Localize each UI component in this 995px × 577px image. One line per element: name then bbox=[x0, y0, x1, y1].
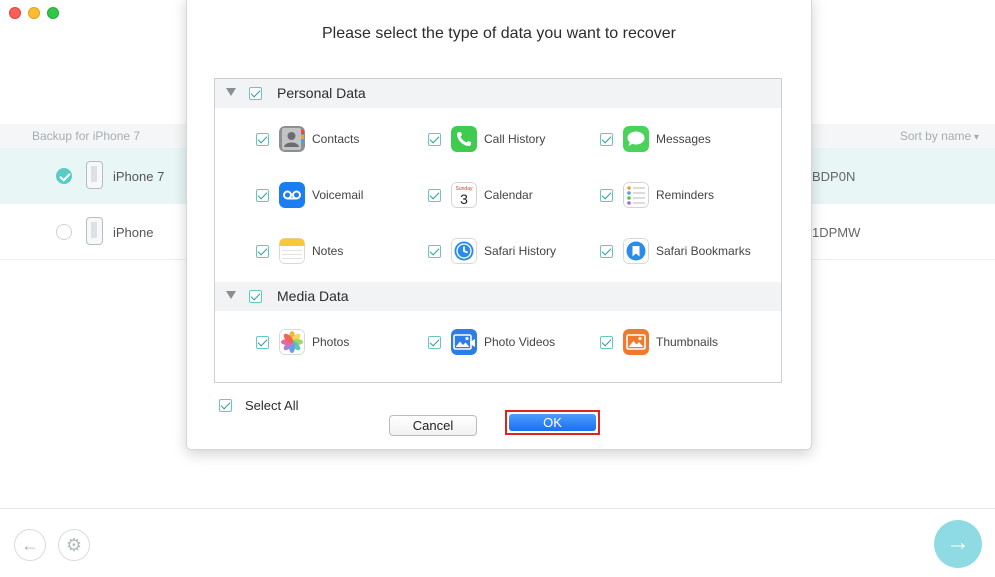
iphone-icon bbox=[86, 161, 103, 189]
device-radio[interactable] bbox=[56, 168, 72, 184]
zoom-window-button[interactable] bbox=[47, 7, 59, 19]
item-label: Messages bbox=[656, 132, 711, 146]
ok-button[interactable]: OK bbox=[509, 414, 596, 431]
data-item-reminders[interactable]: Reminders bbox=[600, 181, 714, 209]
item-label: Contacts bbox=[312, 132, 360, 146]
item-label: Safari Bookmarks bbox=[656, 244, 751, 258]
item-checkbox[interactable] bbox=[256, 132, 269, 146]
item-checkbox[interactable] bbox=[600, 188, 613, 202]
data-item-call-history[interactable]: Call History bbox=[428, 125, 545, 153]
back-button[interactable]: ← bbox=[14, 529, 46, 561]
messages-icon bbox=[623, 126, 649, 152]
data-item-thumbnails[interactable]: Thumbnails bbox=[600, 328, 718, 356]
sort-dropdown[interactable]: Sort by name bbox=[900, 129, 979, 143]
personal-data-checkbox[interactable] bbox=[249, 87, 262, 100]
item-label: Safari History bbox=[484, 244, 557, 258]
data-item-notes[interactable]: Notes bbox=[256, 237, 343, 265]
photos-icon bbox=[279, 329, 305, 355]
data-item-calendar[interactable]: Sunday 3 Calendar bbox=[428, 181, 533, 209]
item-label: Photo Videos bbox=[484, 335, 556, 349]
section-label: Media Data bbox=[277, 288, 349, 304]
device-radio[interactable] bbox=[56, 224, 72, 240]
section-header-media: Media Data bbox=[215, 282, 781, 311]
item-label: Call History bbox=[484, 132, 546, 146]
section-label: Personal Data bbox=[277, 85, 366, 101]
select-all-option[interactable]: Select All bbox=[219, 398, 298, 413]
item-checkbox[interactable] bbox=[256, 335, 269, 349]
item-checkbox[interactable] bbox=[428, 132, 441, 146]
thumbnails-icon bbox=[623, 329, 649, 355]
item-checkbox[interactable] bbox=[428, 244, 441, 258]
item-label: Photos bbox=[312, 335, 350, 349]
notes-icon bbox=[279, 238, 305, 264]
item-checkbox[interactable] bbox=[600, 335, 613, 349]
calendar-date-number: 3 bbox=[460, 191, 468, 207]
disclosure-triangle-icon[interactable] bbox=[226, 291, 236, 299]
data-item-messages[interactable]: Messages bbox=[600, 125, 711, 153]
section-header-personal: Personal Data bbox=[215, 79, 781, 108]
data-item-photos[interactable]: Photos bbox=[256, 328, 349, 356]
item-checkbox[interactable] bbox=[600, 132, 613, 146]
data-item-safari-history[interactable]: Safari History bbox=[428, 237, 556, 265]
media-data-checkbox[interactable] bbox=[249, 290, 262, 303]
item-checkbox[interactable] bbox=[428, 335, 441, 349]
minimize-window-button[interactable] bbox=[28, 7, 40, 19]
safari-history-icon bbox=[451, 238, 477, 264]
item-checkbox[interactable] bbox=[256, 244, 269, 258]
reminders-icon bbox=[623, 182, 649, 208]
data-item-contacts[interactable]: Contacts bbox=[256, 125, 359, 153]
photo-videos-icon bbox=[451, 329, 477, 355]
select-all-label: Select All bbox=[245, 398, 299, 413]
phone-icon bbox=[451, 126, 477, 152]
safari-bookmarks-icon bbox=[623, 238, 649, 264]
data-item-safari-bookmarks[interactable]: Safari Bookmarks bbox=[600, 237, 751, 265]
iphone-icon bbox=[86, 217, 103, 245]
voicemail-icon bbox=[279, 182, 305, 208]
device-name: iPhone bbox=[113, 225, 154, 240]
window-controls bbox=[9, 7, 59, 19]
settings-button[interactable]: ⚙ bbox=[58, 529, 90, 561]
arrow-right-icon: → bbox=[946, 529, 970, 556]
item-label: Calendar bbox=[484, 188, 533, 202]
close-window-button[interactable] bbox=[9, 7, 21, 19]
column-header: Backup for iPhone 7 bbox=[32, 129, 141, 143]
contacts-icon bbox=[279, 126, 305, 152]
item-checkbox[interactable] bbox=[600, 244, 613, 258]
device-name: iPhone 7 bbox=[113, 169, 165, 184]
data-type-list: Personal Data Contacts Call History Mess… bbox=[214, 78, 782, 383]
arrow-left-icon: ← bbox=[21, 535, 39, 555]
item-label: Notes bbox=[312, 244, 344, 258]
item-label: Thumbnails bbox=[656, 335, 719, 349]
disclosure-triangle-icon[interactable] bbox=[226, 88, 236, 96]
gear-icon: ⚙ bbox=[65, 535, 83, 555]
calendar-icon: Sunday 3 bbox=[451, 182, 477, 208]
device-serial: 1DPMW bbox=[812, 225, 861, 240]
data-item-photo-videos[interactable]: Photo Videos bbox=[428, 328, 555, 356]
next-button[interactable]: → bbox=[934, 520, 982, 568]
recover-data-dialog: Please select the type of data you want … bbox=[186, 0, 812, 450]
ok-button-highlight: OK bbox=[505, 410, 600, 435]
footer-divider bbox=[0, 508, 995, 509]
data-item-voicemail[interactable]: Voicemail bbox=[256, 181, 363, 209]
item-label: Voicemail bbox=[312, 188, 364, 202]
device-serial: BDP0N bbox=[812, 169, 856, 184]
cancel-button[interactable]: Cancel bbox=[389, 415, 477, 436]
item-checkbox[interactable] bbox=[256, 188, 269, 202]
item-checkbox[interactable] bbox=[428, 188, 441, 202]
select-all-checkbox[interactable] bbox=[219, 399, 232, 412]
item-label: Reminders bbox=[656, 188, 715, 202]
dialog-title: Please select the type of data you want … bbox=[322, 25, 676, 42]
